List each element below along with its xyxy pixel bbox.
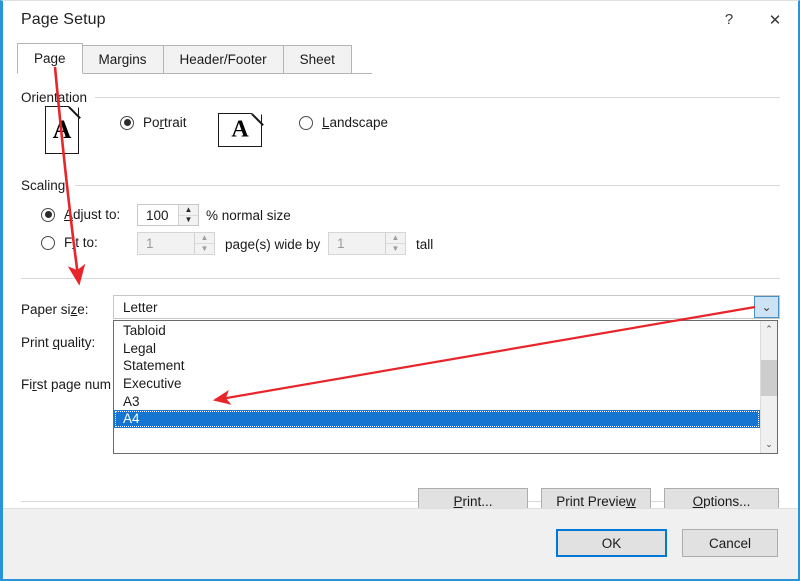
landscape-radio[interactable] [299, 116, 313, 130]
dialog-body: Page Margins Header/Footer Sheet Orienta… [3, 38, 798, 508]
title-bar-buttons: ? ✕ [706, 1, 798, 38]
adjust-to-value[interactable]: 100 [138, 205, 178, 225]
scaling-group-rule [75, 185, 780, 186]
print-preview-button-label: Print Preview [556, 494, 636, 509]
scroll-up-icon[interactable]: ⌃ [761, 321, 777, 338]
ok-button[interactable]: OK [556, 529, 667, 557]
fit-to-wide-spin-up[interactable]: ▲ [195, 233, 214, 244]
page-setup-dialog: Page Setup ? ✕ Page Margins Header/Foote… [0, 0, 800, 581]
dropdown-scroll-thumb[interactable] [761, 360, 777, 396]
fit-to-wide-spinner[interactable]: ▲ ▼ [194, 233, 214, 254]
fit-to-wide-value[interactable]: 1 [138, 233, 194, 254]
landscape-page-glyph: A [219, 117, 261, 144]
print-quality-label: Print quality: [21, 335, 95, 350]
help-icon[interactable]: ? [706, 1, 752, 38]
paper-size-label: Paper size: [21, 302, 89, 317]
fit-to-tall-value[interactable]: 1 [329, 233, 385, 254]
dropdown-item-legal[interactable]: Legal [114, 340, 760, 358]
fit-to-tall-field[interactable]: 1 ▲ ▼ [328, 232, 406, 255]
fit-to-wide-spin-down[interactable]: ▼ [195, 244, 214, 254]
portrait-page-icon: A [45, 106, 79, 154]
adjust-to-field[interactable]: 100 ▲ ▼ [137, 204, 199, 226]
fit-to-tall-spinner[interactable]: ▲ ▼ [385, 233, 405, 254]
dropdown-item-a4[interactable]: A4 [114, 410, 760, 428]
portrait-radio-row[interactable]: Portrait [120, 115, 187, 130]
dropdown-item-tabloid[interactable]: Tabloid [114, 322, 760, 340]
dropdown-scrollbar[interactable]: ⌃ ⌄ [760, 321, 777, 453]
fit-to-wide-field[interactable]: 1 ▲ ▼ [137, 232, 215, 255]
dropdown-items: Tabloid Legal Statement Executive A3 A4 [114, 321, 760, 453]
close-icon[interactable]: ✕ [752, 1, 798, 38]
tab-strip: Page Margins Header/Footer Sheet [17, 44, 372, 74]
adjust-to-radio[interactable] [41, 208, 55, 222]
fit-to-tall-spin-down[interactable]: ▼ [386, 244, 405, 254]
dropdown-item-a3[interactable]: A3 [114, 392, 760, 410]
cancel-button[interactable]: Cancel [682, 529, 778, 557]
tab-margins[interactable]: Margins [82, 45, 164, 74]
cancel-button-label: Cancel [709, 536, 751, 551]
page-title: Page Setup [21, 11, 106, 29]
fit-to-middle-label: page(s) wide by [225, 237, 320, 252]
scroll-down-icon[interactable]: ⌄ [761, 436, 777, 453]
scaling-group-label: Scaling [21, 178, 71, 193]
fit-to-radio[interactable] [41, 236, 55, 250]
paper-size-value[interactable]: Letter [114, 296, 754, 318]
scaling-section-divider [21, 278, 780, 279]
adjust-to-spin-down[interactable]: ▼ [179, 216, 198, 226]
adjust-to-label: Adjust to: [64, 207, 120, 222]
ok-button-label: OK [602, 536, 622, 551]
orientation-group-rule [95, 97, 780, 98]
dropdown-item-statement[interactable]: Statement [114, 357, 760, 375]
tab-page[interactable]: Page [17, 43, 83, 74]
title-bar: Page Setup ? ✕ [3, 1, 798, 38]
fit-to-tall-spin-up[interactable]: ▲ [386, 233, 405, 244]
adjust-to-radio-row[interactable]: Adjust to: [41, 207, 120, 222]
paper-size-combobox[interactable]: Letter ⌄ [113, 295, 780, 319]
orientation-group-label: Orientation [21, 90, 93, 105]
adjust-to-spinner[interactable]: ▲ ▼ [178, 205, 198, 225]
tab-sheet[interactable]: Sheet [283, 45, 352, 74]
adjust-to-spin-up[interactable]: ▲ [179, 205, 198, 216]
first-page-number-label: First page num [21, 377, 111, 392]
landscape-page-icon: A [218, 113, 262, 147]
fit-to-tall-label: tall [416, 237, 433, 252]
dropdown-item-executive[interactable]: Executive [114, 375, 760, 393]
landscape-radio-row[interactable]: Landscape [299, 115, 388, 130]
fit-to-radio-row[interactable]: Fit to: [41, 235, 98, 250]
paper-size-dropdown-list[interactable]: Tabloid Legal Statement Executive A3 A4 … [113, 320, 778, 454]
dialog-footer: OK Cancel [3, 508, 798, 579]
landscape-label: Landscape [322, 115, 388, 130]
portrait-page-glyph: A [46, 115, 78, 145]
dropdown-scroll-track[interactable] [761, 338, 777, 436]
portrait-radio[interactable] [120, 116, 134, 130]
adjust-to-suffix: % normal size [206, 208, 291, 223]
paper-size-chevron-down-icon[interactable]: ⌄ [754, 296, 779, 318]
portrait-label: Portrait [143, 115, 187, 130]
options-button-label: Options... [693, 494, 751, 509]
fit-to-label: Fit to: [64, 235, 98, 250]
tab-header-footer[interactable]: Header/Footer [163, 45, 284, 74]
print-button-label: Print... [453, 494, 492, 509]
